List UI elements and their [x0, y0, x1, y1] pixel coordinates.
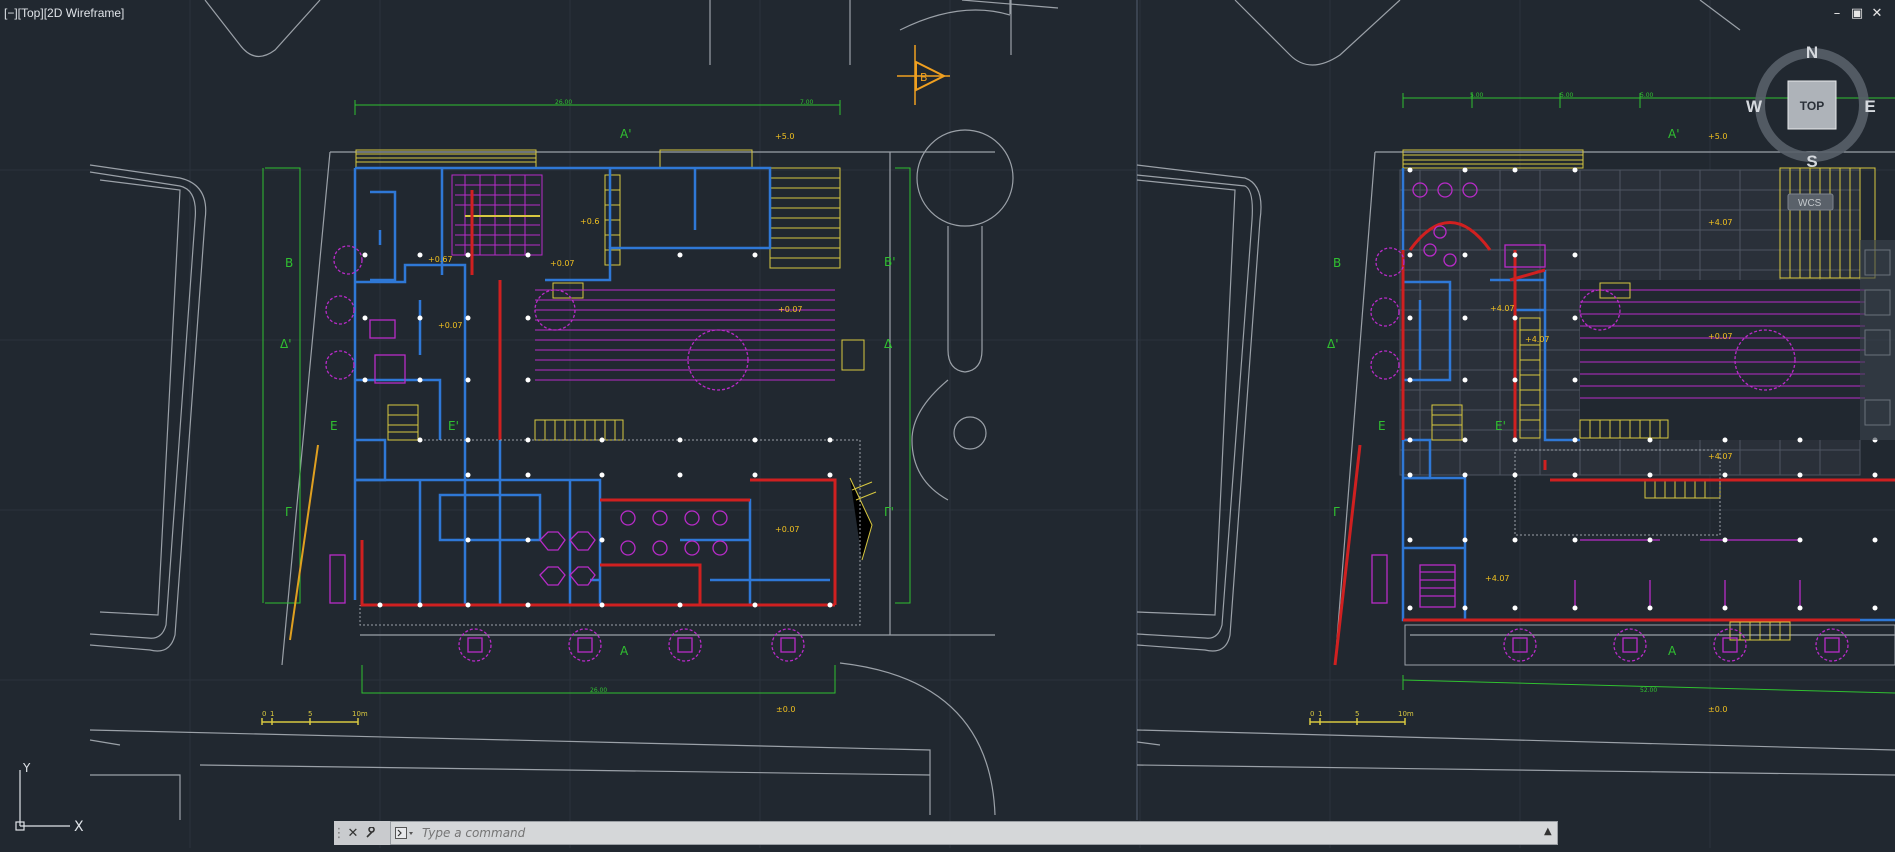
- svg-text:5: 5: [1355, 710, 1359, 718]
- level-plus-5: +5.0: [775, 132, 794, 141]
- viewcube-face-label: TOP: [1800, 99, 1824, 113]
- left-floor-plan: [261, 100, 911, 725]
- svg-text:+4.07: +4.07: [1490, 304, 1515, 313]
- command-input[interactable]: [392, 821, 1542, 845]
- section-label-a-prime: A': [620, 127, 632, 141]
- section-marker: B: [897, 45, 950, 105]
- close-icon[interactable]: ✕: [344, 822, 362, 844]
- svg-text:E: E: [1378, 419, 1386, 433]
- svg-text:+4.07: +4.07: [1525, 335, 1550, 344]
- section-label-e-prime: E': [448, 419, 459, 433]
- section-label-delta: Δ: [884, 337, 893, 351]
- left-scale-bar: [261, 718, 359, 725]
- viewport-controls-label[interactable]: [−][Top][2D Wireframe]: [4, 6, 124, 20]
- svg-text:0: 0: [262, 710, 266, 718]
- svg-text:E': E': [1495, 419, 1506, 433]
- ucs-icon: [15, 770, 70, 831]
- svg-text:A: A: [1668, 644, 1677, 658]
- level-deck: +0.07: [778, 305, 803, 314]
- svg-text:52.00: 52.00: [1640, 687, 1657, 694]
- svg-text:1: 1: [1318, 710, 1322, 718]
- svg-text:+0.6: +0.6: [580, 217, 599, 226]
- svg-text:10m: 10m: [352, 710, 368, 718]
- svg-text:7.00: 7.00: [800, 99, 814, 106]
- navigation-bar[interactable]: [1860, 240, 1895, 440]
- svg-text:B: B: [1333, 256, 1341, 270]
- svg-text:5.00: 5.00: [1560, 92, 1574, 99]
- svg-text:10m: 10m: [1398, 710, 1414, 718]
- svg-text:+0.07: +0.07: [438, 321, 463, 330]
- ucs-x-label: X: [74, 819, 84, 835]
- svg-text:5.00: 5.00: [1470, 92, 1484, 99]
- svg-text:0: 0: [1310, 710, 1314, 718]
- wcs-label: WCS: [1798, 198, 1822, 209]
- compass-north: N: [1806, 43, 1818, 62]
- svg-text:+5.0: +5.0: [1708, 132, 1727, 141]
- svg-text:±0.0: ±0.0: [1708, 705, 1727, 714]
- section-label-a: A: [620, 644, 629, 658]
- section-label-b-prime: B': [884, 255, 896, 269]
- svg-text:26.00: 26.00: [590, 687, 607, 694]
- level-zero: ±0.0: [776, 705, 795, 714]
- svg-text:A': A': [1668, 127, 1680, 141]
- section-marker-label: B: [920, 71, 928, 84]
- command-history-arrow-icon[interactable]: ▲: [1544, 826, 1552, 837]
- right-floor-plan: [1309, 93, 1895, 725]
- svg-text:Δ': Δ': [1327, 337, 1339, 351]
- svg-text:Γ: Γ: [1333, 505, 1340, 519]
- section-label-e: E: [330, 419, 338, 433]
- command-line-tools: ⋮ ✕: [333, 821, 391, 845]
- command-line-grip[interactable]: ⋮: [333, 822, 346, 844]
- minimize-icon[interactable]: –: [1829, 6, 1845, 21]
- svg-text:+4.07: +4.07: [1485, 574, 1510, 583]
- svg-text:+4.07: +4.07: [1708, 218, 1733, 227]
- svg-text:+0.07: +0.07: [775, 525, 800, 534]
- section-label-b: B: [285, 256, 293, 270]
- svg-text:+0.67: +0.67: [428, 255, 453, 264]
- close-viewport-icon[interactable]: ✕: [1869, 6, 1885, 21]
- compass-east: E: [1864, 97, 1875, 116]
- svg-text:5.00: 5.00: [1640, 92, 1654, 99]
- cad-drawing-canvas[interactable]: B Δ' E Γ B' Δ E' Γ' A A' +5.0 ±0.0 +0.07…: [0, 0, 1895, 848]
- section-label-gamma: Γ: [285, 505, 292, 519]
- compass-west: W: [1746, 97, 1763, 116]
- drawing-viewport[interactable]: B Δ' E Γ B' Δ E' Γ' A A' +5.0 ±0.0 +0.07…: [0, 0, 1895, 848]
- svg-text:1: 1: [270, 710, 274, 718]
- svg-text:5: 5: [308, 710, 312, 718]
- wrench-icon[interactable]: [362, 822, 380, 844]
- compass-south: S: [1806, 152, 1817, 171]
- restore-icon[interactable]: ▣: [1849, 6, 1865, 21]
- svg-text:+0.07: +0.07: [1708, 332, 1733, 341]
- left-site-context: [89, 0, 1059, 820]
- svg-text:+0.07: +0.07: [550, 259, 575, 268]
- ucs-y-label: Y: [22, 761, 31, 775]
- svg-text:26.00: 26.00: [555, 99, 572, 106]
- svg-text:+4.07: +4.07: [1708, 452, 1733, 461]
- section-label-delta-prime: Δ': [280, 337, 292, 351]
- section-label-gamma-prime: Γ': [884, 505, 894, 519]
